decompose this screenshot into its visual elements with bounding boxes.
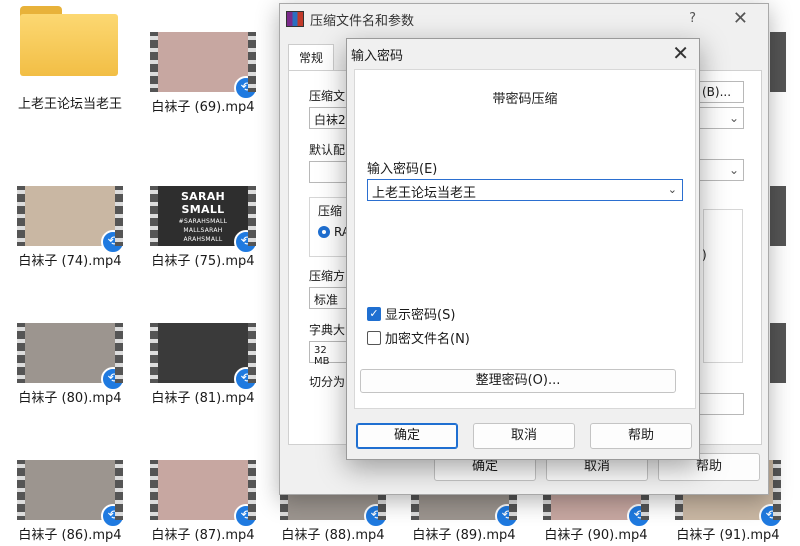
method-select[interactable]: 标准 — [309, 287, 349, 309]
dictionary-label: 字典大 — [309, 323, 346, 337]
password-dialog: 输入密码 ✕ 带密码压缩 输入密码(E) 上老王论坛当老王 ⌄ ✓ 显示密码(S… — [346, 38, 700, 460]
folder-icon[interactable] — [20, 6, 120, 76]
video-file[interactable]: SARAH SMALL #SARAHSMALL MALLSARAH ARAHSM… — [137, 186, 269, 270]
video-file[interactable]: ⟲ 白袜子 (69).mp4 — [137, 32, 269, 116]
ok-button[interactable]: 确定 — [356, 423, 458, 449]
file-name: 白袜子 (81).mp4 — [151, 391, 255, 406]
sync-icon: ⟲ — [364, 504, 388, 528]
file-name: 白袜子 (87).mp4 — [151, 528, 255, 543]
folder-name[interactable]: 上老王论坛当老王 — [4, 96, 136, 114]
format-group-label: 压缩 — [318, 204, 343, 218]
folder-body — [20, 14, 118, 76]
rar-radio[interactable] — [318, 226, 330, 238]
method-label: 压缩方 — [309, 269, 346, 283]
dictionary-select[interactable]: 32 MB — [309, 341, 349, 367]
file-name: 白袜子 (88).mp4 — [281, 528, 385, 543]
password-input[interactable]: 上老王论坛当老王 ⌄ — [367, 179, 683, 201]
sync-icon: ⟲ — [234, 230, 258, 254]
video-thumbnail: ⟲ — [17, 323, 125, 391]
sync-icon: ⟲ — [101, 367, 125, 391]
file-name: 白袜子 (91).mp4 — [676, 528, 780, 543]
sync-icon: ⟲ — [495, 504, 519, 528]
file-name: 白袜子 (74).mp4 — [18, 254, 122, 269]
archive-name-label: 压缩文 — [309, 89, 346, 103]
sync-icon: ⟲ — [101, 504, 125, 528]
options-text: ) — [702, 248, 707, 262]
video-file[interactable]: ⟲ 白袜子 (86).mp4 — [4, 460, 136, 544]
default-profile-label: 默认配 — [309, 143, 346, 157]
video-file[interactable]: ⟲ 白袜子 (87).mp4 — [137, 460, 269, 544]
close-icon[interactable]: ✕ — [733, 8, 748, 29]
encrypt-names-label: 加密文件名(N) — [385, 332, 470, 347]
tab-general[interactable]: 常规 — [288, 44, 335, 70]
dialog-titlebar: 压缩文件名和参数 ? ✕ — [280, 4, 768, 34]
partial-thumbnail — [770, 32, 786, 92]
file-name: 白袜子 (90).mp4 — [544, 528, 648, 543]
chevron-down-icon: ⌄ — [728, 163, 739, 177]
split-label: 切分为 — [309, 375, 346, 389]
sync-icon: ⟲ — [234, 367, 258, 391]
sync-icon: ⟲ — [234, 504, 258, 528]
help-button[interactable]: 帮助 — [590, 423, 692, 449]
video-thumbnail: ⟲ — [17, 460, 125, 528]
file-name: 白袜子 (80).mp4 — [18, 391, 122, 406]
video-file[interactable]: ⟲ 白袜子 (74).mp4 — [4, 186, 136, 270]
options-group: ) — [702, 209, 743, 363]
chevron-down-icon[interactable]: ⌄ — [668, 183, 677, 196]
partial-thumbnail — [770, 186, 786, 246]
show-password-checkbox[interactable]: ✓ — [367, 306, 381, 321]
sync-icon: ⟲ — [234, 76, 258, 100]
video-thumbnail: SARAH SMALL #SARAHSMALL MALLSARAH ARAHSM… — [150, 186, 258, 254]
manage-passwords-button[interactable]: 整理密码(O)... — [360, 369, 676, 393]
video-thumbnail: ⟲ — [150, 460, 258, 528]
show-password-label: 显示密码(S) — [385, 308, 456, 323]
file-name: 白袜子 (89).mp4 — [412, 528, 516, 543]
password-dialog-title: 输入密码 — [351, 49, 404, 64]
file-name: 白袜子 (75).mp4 — [151, 254, 255, 269]
show-password-option[interactable]: ✓ 显示密码(S) — [367, 304, 455, 323]
file-name: 白袜子 (69).mp4 — [151, 100, 255, 115]
password-value: 上老王论坛当老王 — [372, 186, 477, 201]
partial-thumbnail — [770, 323, 786, 383]
thumbnail-text: SARAH SMALL #SARAHSMALL MALLSARAH ARAHSM… — [178, 190, 228, 243]
winrar-icon — [286, 11, 304, 27]
sync-icon: ⟲ — [627, 504, 651, 528]
profile-select[interactable] — [309, 161, 349, 183]
sync-icon: ⟲ — [759, 504, 783, 528]
encrypt-names-checkbox[interactable] — [367, 330, 381, 345]
cancel-button[interactable]: 取消 — [473, 423, 575, 449]
sync-icon: ⟲ — [101, 230, 125, 254]
help-icon[interactable]: ? — [689, 11, 696, 26]
password-label: 输入密码(E) — [367, 162, 438, 177]
video-thumbnail: ⟲ — [150, 32, 258, 100]
encrypt-names-option[interactable]: 加密文件名(N) — [367, 328, 470, 347]
dialog-title: 压缩文件名和参数 — [310, 13, 415, 29]
password-heading: 带密码压缩 — [492, 92, 558, 107]
video-file[interactable]: ⟲ 白袜子 (80).mp4 — [4, 323, 136, 407]
video-thumbnail: ⟲ — [150, 323, 258, 391]
format-group: 压缩 RA — [309, 197, 350, 257]
close-icon[interactable]: ✕ — [672, 41, 689, 65]
video-file[interactable]: ⟲ 白袜子 (81).mp4 — [137, 323, 269, 407]
password-panel: 带密码压缩 输入密码(E) 上老王论坛当老王 ⌄ ✓ 显示密码(S) 加密文件名… — [354, 69, 696, 409]
chevron-down-icon: ⌄ — [728, 111, 739, 125]
file-name: 白袜子 (86).mp4 — [18, 528, 122, 543]
video-thumbnail: ⟲ — [17, 186, 125, 254]
tab-bar: 常规 — [288, 44, 335, 70]
